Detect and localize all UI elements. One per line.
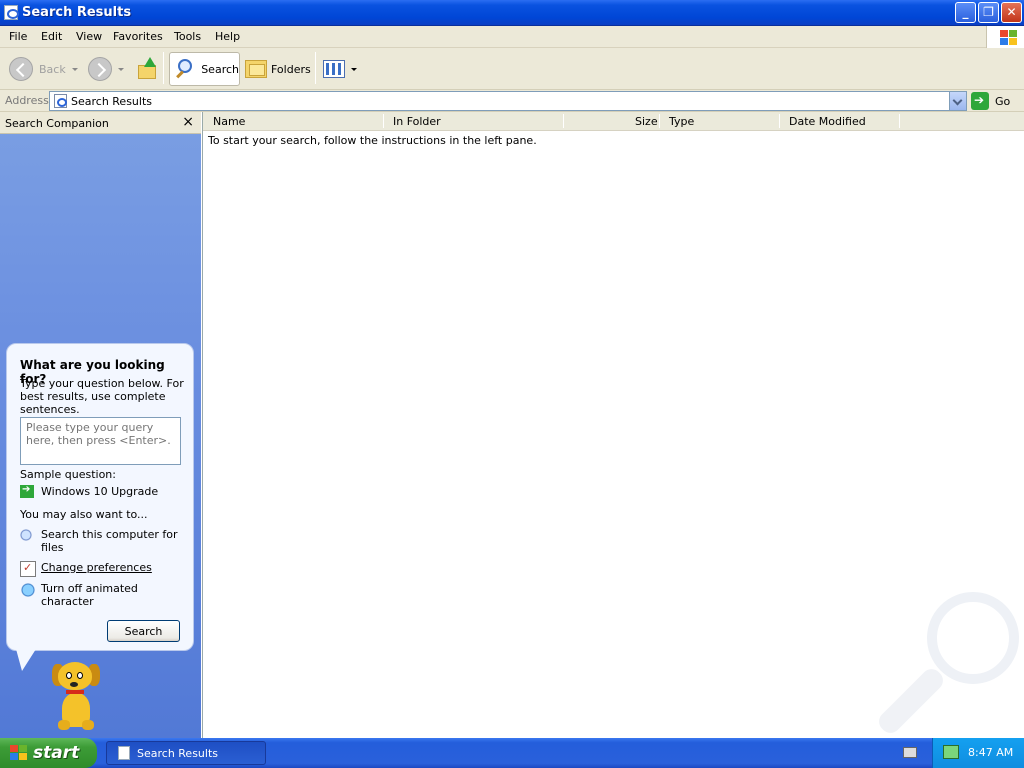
close-button[interactable]: ✕ bbox=[1001, 2, 1022, 23]
menu-file[interactable]: File bbox=[9, 30, 27, 43]
chevron-down-icon[interactable] bbox=[71, 67, 78, 71]
back-arrow-icon bbox=[9, 57, 33, 81]
results-pane: Name In Folder Size Type Date Modified T… bbox=[202, 112, 1024, 738]
option-label: Search this computer for files bbox=[41, 528, 178, 554]
magnifier-watermark-icon bbox=[874, 590, 1024, 738]
column-type[interactable]: Type bbox=[669, 115, 694, 128]
menu-favorites[interactable]: Favorites bbox=[113, 30, 163, 43]
title-bar[interactable]: Search Results _ ❐ ✕ bbox=[0, 0, 1024, 26]
windows-logo-icon bbox=[10, 745, 28, 761]
chevron-down-icon[interactable] bbox=[118, 67, 124, 71]
search-dog-character[interactable] bbox=[50, 660, 108, 736]
minimize-button[interactable]: _ bbox=[955, 2, 976, 23]
close-icon[interactable]: × bbox=[182, 114, 194, 130]
address-value: Search Results bbox=[71, 95, 153, 108]
green-arrow-icon bbox=[20, 484, 34, 498]
menu-bar: File Edit View Favorites Tools Help bbox=[0, 26, 1024, 48]
back-button[interactable]: Back bbox=[9, 52, 78, 86]
restore-button[interactable]: ❐ bbox=[978, 2, 999, 23]
go-button[interactable]: Go bbox=[971, 91, 1010, 111]
search-results-icon bbox=[118, 746, 130, 760]
turn-off-character-option[interactable]: Turn off animated character bbox=[20, 582, 186, 608]
back-label: Back bbox=[39, 62, 66, 76]
start-button[interactable]: start bbox=[0, 738, 97, 768]
sample-question-text: Windows 10 Upgrade bbox=[41, 485, 159, 498]
go-arrow-icon bbox=[971, 92, 989, 110]
change-preferences-option[interactable]: Change preferences bbox=[20, 561, 186, 577]
folders-icon bbox=[245, 60, 267, 78]
search-computer-option[interactable]: Search this computer for files bbox=[20, 528, 186, 554]
go-label: Go bbox=[995, 94, 1011, 108]
toolbar: Back Search Folders bbox=[0, 48, 1024, 90]
search-button[interactable]: Search bbox=[169, 52, 240, 86]
start-label: start bbox=[33, 743, 80, 763]
option-label: Change preferences bbox=[41, 561, 152, 574]
windows-logo-icon bbox=[986, 26, 1024, 48]
address-dropdown-button[interactable] bbox=[949, 92, 966, 110]
balloon-instructions: Type your question below. For best resul… bbox=[20, 377, 184, 416]
folders-label: Folders bbox=[271, 62, 311, 76]
chevron-down-icon[interactable] bbox=[351, 67, 357, 71]
search-companion-pane: Search Companion × What are you looking … bbox=[0, 112, 201, 738]
views-icon bbox=[323, 60, 345, 78]
taskbar: start Search Results 8:47 AM bbox=[0, 738, 1024, 768]
system-tray: 8:47 AM bbox=[932, 738, 1024, 768]
search-companion-title: Search Companion bbox=[5, 117, 109, 130]
clock[interactable]: 8:47 AM bbox=[968, 746, 1013, 759]
column-size[interactable]: Size bbox=[635, 115, 658, 128]
column-in-folder[interactable]: In Folder bbox=[393, 115, 441, 128]
forward-arrow-icon bbox=[88, 57, 112, 81]
forward-button[interactable] bbox=[88, 52, 124, 86]
search-computer-icon bbox=[20, 528, 36, 544]
search-companion-header: Search Companion × bbox=[0, 112, 201, 134]
sample-question-label: Sample question: bbox=[20, 468, 116, 481]
menu-edit[interactable]: Edit bbox=[41, 30, 62, 43]
menu-tools[interactable]: Tools bbox=[174, 30, 201, 43]
menu-view[interactable]: View bbox=[76, 30, 102, 43]
search-label: Search bbox=[201, 62, 239, 76]
up-button[interactable] bbox=[136, 52, 158, 86]
option-label: Turn off animated character bbox=[41, 582, 138, 608]
animated-character-icon bbox=[20, 582, 36, 598]
search-balloon: What are you looking for? Type your ques… bbox=[6, 343, 194, 651]
folders-button[interactable]: Folders bbox=[245, 52, 311, 86]
window-title: Search Results bbox=[22, 5, 132, 20]
address-label: Address bbox=[5, 94, 49, 107]
menu-help[interactable]: Help bbox=[215, 30, 240, 43]
search-results-icon bbox=[54, 94, 67, 108]
results-message: To start your search, follow the instruc… bbox=[208, 134, 537, 147]
folder-up-icon bbox=[136, 57, 158, 81]
preferences-icon bbox=[20, 561, 36, 577]
taskbar-item-search-results[interactable]: Search Results bbox=[106, 741, 266, 765]
toolbar-divider bbox=[315, 52, 316, 84]
toolbar-divider bbox=[163, 52, 164, 84]
balloon-tail bbox=[16, 649, 36, 671]
query-input[interactable] bbox=[20, 417, 181, 465]
column-date-modified[interactable]: Date Modified bbox=[789, 115, 866, 128]
companion-search-button[interactable]: Search bbox=[107, 620, 180, 642]
keyboard-icon[interactable] bbox=[903, 747, 917, 758]
search-results-icon bbox=[4, 5, 19, 20]
magnifier-icon bbox=[174, 57, 195, 81]
also-want-label: You may also want to... bbox=[20, 508, 148, 521]
address-input[interactable]: Search Results bbox=[49, 91, 967, 111]
network-icon[interactable] bbox=[943, 745, 959, 759]
address-bar: Address Search Results Go bbox=[0, 90, 1024, 112]
taskbar-item-label: Search Results bbox=[137, 747, 219, 760]
column-name[interactable]: Name bbox=[213, 115, 245, 128]
sample-question-link[interactable]: Windows 10 Upgrade bbox=[20, 484, 159, 498]
views-button[interactable] bbox=[323, 52, 357, 86]
column-header: Name In Folder Size Type Date Modified bbox=[203, 112, 1024, 131]
